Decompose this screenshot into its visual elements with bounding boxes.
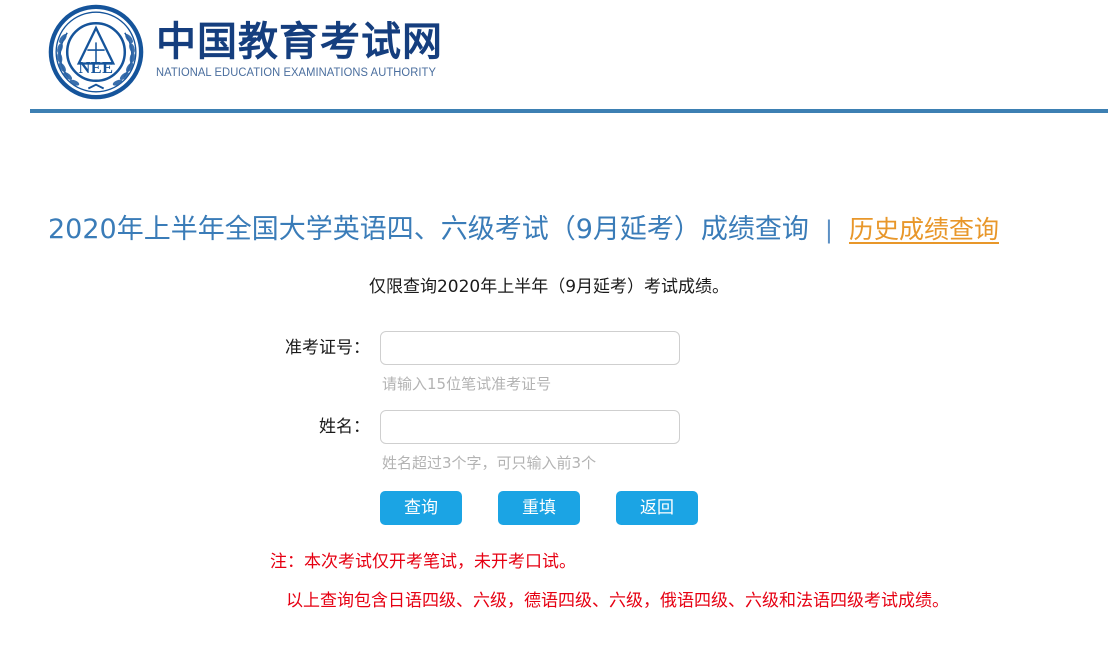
page-subtitle: 仅限查询2020年上半年（9月延考）考试成绩。 bbox=[368, 277, 730, 297]
name-input[interactable] bbox=[380, 410, 680, 444]
ticket-number-column: 请输入15位笔试准考证号 bbox=[380, 331, 680, 394]
page-title: 2020年上半年全国大学英语四、六级考试（9月延考）成绩查询 bbox=[48, 214, 809, 245]
ticket-number-label: 准考证号： bbox=[285, 338, 370, 358]
history-score-query-link[interactable]: 历史成绩查询 bbox=[849, 210, 999, 246]
site-header: NEE 中国教育考试网 NATIONAL EDUCATION EXAMINATI… bbox=[0, 0, 1108, 113]
brand-text: 中国教育考试网 NATIONAL EDUCATION EXAMINATIONS … bbox=[156, 18, 445, 83]
ticket-number-hint: 请输入15位笔试准考证号 bbox=[382, 375, 552, 393]
note-written-exam-only: 注：本次考试仅开考笔试，未开考口试。 bbox=[270, 552, 576, 572]
brand-title-en: NATIONAL EDUCATION EXAMINATIONS AUTHORIT… bbox=[156, 67, 436, 80]
title-separator: | bbox=[824, 216, 833, 244]
name-label: 姓名： bbox=[319, 417, 370, 437]
brand-block: NEE 中国教育考试网 NATIONAL EDUCATION EXAMINATI… bbox=[48, 4, 445, 100]
field-row-name: 姓名： 姓名超过3个字，可只输入前3个 bbox=[0, 410, 1108, 473]
name-hint: 姓名超过3个字，可只输入前3个 bbox=[382, 454, 597, 472]
note-included-languages: 以上查询包含日语四级、六级，德语四级、六级，俄语四级、六级和法语四级考试成绩。 bbox=[286, 591, 949, 611]
ticket-number-input[interactable] bbox=[380, 331, 680, 365]
back-button[interactable]: 返回 bbox=[616, 491, 698, 525]
page-title-row: 2020年上半年全国大学英语四、六级考试（9月延考）成绩查询 | 历史成绩查询 bbox=[0, 207, 1108, 246]
reset-button[interactable]: 重填 bbox=[498, 491, 580, 525]
score-query-form: 准考证号： 请输入15位笔试准考证号 姓名： 姓名超过3个字，可只输入前3个 查… bbox=[0, 331, 1108, 525]
form-button-row: 查询 重填 返回 bbox=[0, 491, 1108, 525]
nee-emblem-icon: NEE bbox=[48, 4, 144, 100]
brand-title-cn: 中国教育考试网 bbox=[156, 18, 443, 65]
name-column: 姓名超过3个字，可只输入前3个 bbox=[380, 410, 680, 473]
query-button[interactable]: 查询 bbox=[380, 491, 462, 525]
field-row-ticket-number: 准考证号： 请输入15位笔试准考证号 bbox=[0, 331, 1108, 394]
svg-text:NEE: NEE bbox=[79, 58, 114, 77]
header-divider bbox=[30, 109, 1108, 113]
